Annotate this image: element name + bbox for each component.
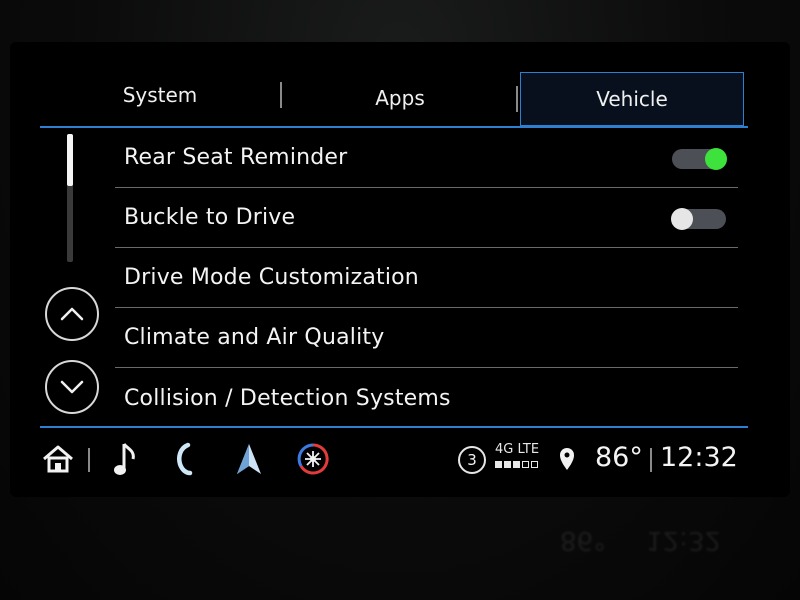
tab-vehicle[interactable]: Vehicle (520, 72, 744, 126)
list-item-buckle-to-drive[interactable]: Buckle to Drive (115, 188, 738, 248)
list-item-label: Collision / Detection Systems (124, 385, 451, 411)
status-divider (650, 448, 652, 472)
outside-temperature: 86° (595, 442, 643, 473)
infotainment-screen: System Apps Vehicle Rear Seat Reminder B… (10, 42, 790, 497)
list-item-label: Buckle to Drive (124, 205, 296, 230)
screen-reflection: 86° 12:32 (40, 520, 740, 560)
status-divider (40, 426, 748, 428)
list-item-label: Rear Seat Reminder (124, 145, 348, 170)
chevron-up-icon (60, 307, 84, 321)
toggle-knob (705, 148, 727, 170)
tab-system[interactable]: System (80, 72, 240, 118)
list-item-label: Climate and Air Quality (124, 325, 385, 350)
home-icon[interactable] (40, 442, 76, 476)
list-item-drive-mode-customization[interactable]: Drive Mode Customization (115, 248, 738, 308)
signal-strength-icon (495, 461, 538, 468)
status-bar: 3 4G LTE 86° 12:32 (10, 430, 790, 490)
chevron-down-icon (60, 380, 84, 394)
network-type: 4G LTE (495, 442, 540, 457)
buckle-to-drive-toggle[interactable] (671, 208, 726, 230)
music-note-icon[interactable] (110, 442, 140, 476)
navigation-arrow-icon[interactable] (232, 442, 266, 476)
list-item-collision-detection[interactable]: Collision / Detection Systems (115, 368, 738, 428)
toggle-knob (671, 208, 693, 230)
rear-seat-reminder-toggle[interactable] (672, 148, 727, 170)
list-item-rear-seat-reminder[interactable]: Rear Seat Reminder (115, 128, 738, 188)
vehicle-settings-list: Rear Seat Reminder Buckle to Drive Drive… (115, 128, 738, 428)
reflection-temperature: 86° (560, 525, 607, 555)
climate-fan-icon[interactable] (295, 442, 331, 476)
list-item-climate-air-quality[interactable]: Climate and Air Quality (115, 308, 738, 368)
status-divider (88, 448, 90, 472)
location-pin-icon (555, 442, 579, 476)
clock: 12:32 (660, 442, 738, 473)
tab-divider (280, 82, 282, 108)
tab-divider (516, 86, 518, 112)
scroll-down-button[interactable] (45, 360, 99, 414)
tab-apps[interactable]: Apps (300, 74, 500, 122)
list-item-label: Drive Mode Customization (124, 265, 419, 290)
reflection-time: 12:32 (646, 525, 722, 555)
scroll-up-button[interactable] (45, 287, 99, 341)
scrollbar-thumb[interactable] (67, 134, 73, 186)
notification-badge[interactable]: 3 (458, 446, 486, 474)
phone-icon[interactable] (170, 442, 200, 476)
